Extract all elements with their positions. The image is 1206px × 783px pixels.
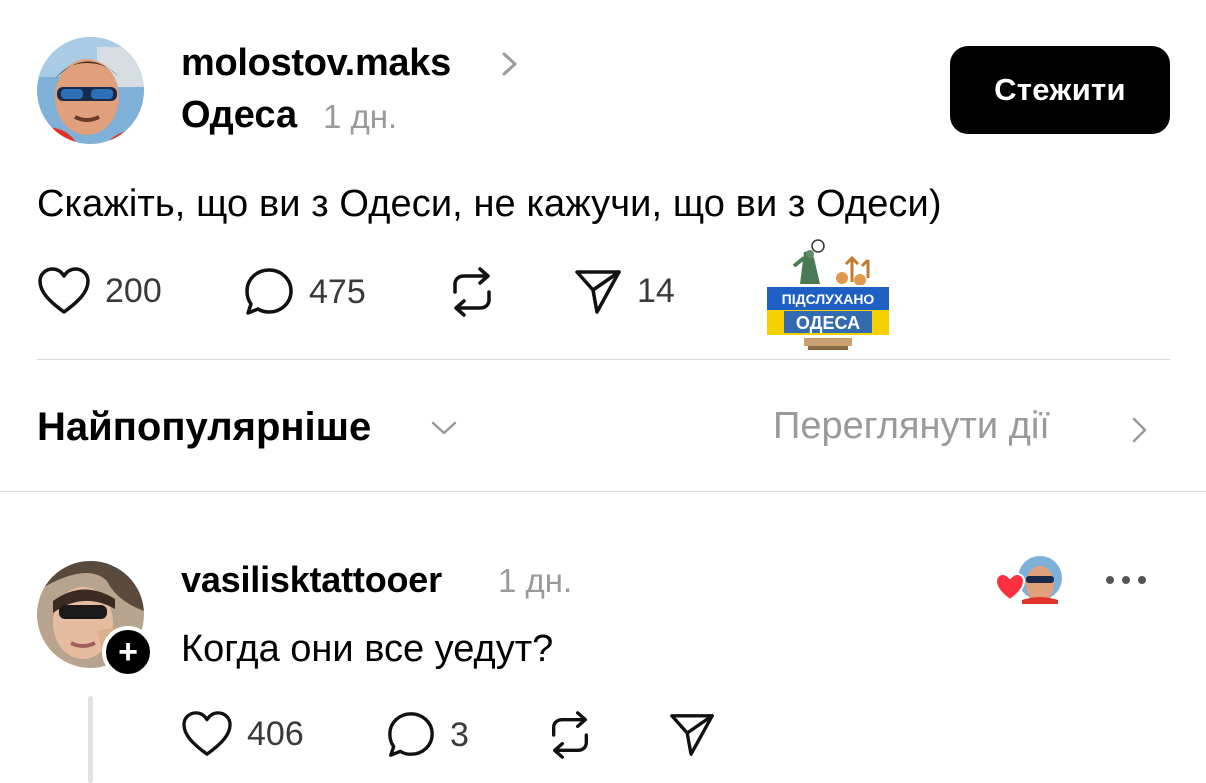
sticker-line2: ОДЕСА (796, 313, 860, 333)
share-button[interactable]: 14 (573, 266, 675, 316)
comment-bubble-icon (245, 268, 293, 315)
like-count: 200 (105, 271, 162, 310)
comment-like-count: 406 (247, 714, 304, 753)
comment-button[interactable]: 475 (243, 266, 366, 318)
comment-timestamp: 1 дн. (498, 562, 573, 599)
thread-page: molostov.maks Одеса 1 дн. Стежити Скажіт… (0, 0, 1206, 783)
chevron-down-icon[interactable] (428, 416, 460, 440)
repost-button[interactable] (447, 266, 497, 318)
send-paper-plane-icon (575, 270, 621, 314)
reply-thread-line (88, 696, 93, 783)
post-author-avatar[interactable] (37, 37, 144, 144)
post-location[interactable]: Одеса (181, 94, 297, 137)
repost-icon (453, 267, 491, 317)
sticker-logo-image: ПІДСЛУХАНО ОДЕСА (765, 239, 891, 350)
chevron-right-icon[interactable] (1128, 414, 1152, 446)
share-count: 14 (637, 271, 675, 310)
heart-icon (182, 711, 232, 756)
comment-count: 475 (309, 272, 366, 311)
comment-share-button[interactable] (668, 710, 716, 758)
follow-button[interactable]: Стежити (950, 46, 1170, 134)
post-timestamp: 1 дн. (323, 98, 398, 135)
comment-like-button[interactable]: 406 (181, 710, 304, 758)
liked-by-author-indicator (994, 556, 1062, 604)
comment-reply-button[interactable]: 3 (386, 710, 469, 760)
follow-plus-badge[interactable]: + (102, 626, 154, 678)
sticker-line1: ПІДСЛУХАНО (782, 291, 875, 307)
like-button[interactable]: 200 (37, 266, 162, 316)
comment-reply-count: 3 (450, 715, 469, 754)
send-paper-plane-icon (670, 714, 714, 756)
divider (37, 359, 1170, 360)
post-author-username[interactable]: molostov.maks (181, 42, 451, 85)
divider (0, 491, 1206, 492)
more-options-icon[interactable] (1104, 570, 1148, 590)
comment-text: Когда они все уедут? (181, 628, 554, 670)
heart-icon (38, 267, 90, 314)
podslukhano-odesa-sticker: ПІДСЛУХАНО ОДЕСА (764, 236, 892, 354)
chevron-right-icon[interactable] (498, 50, 522, 78)
comment-bubble-icon (388, 712, 434, 757)
repost-icon (552, 711, 588, 759)
sort-dropdown-label[interactable]: Найпопулярніше (37, 405, 371, 450)
comment-author-username[interactable]: vasilisktattooer (181, 559, 442, 601)
view-activity-link[interactable]: Переглянути дії (773, 405, 1050, 448)
post-text: Скажіть, що ви з Одеси, не кажучи, що ви… (37, 183, 942, 225)
comment-repost-button[interactable] (546, 710, 594, 760)
avatar-man-sunglasses-image (37, 37, 144, 144)
